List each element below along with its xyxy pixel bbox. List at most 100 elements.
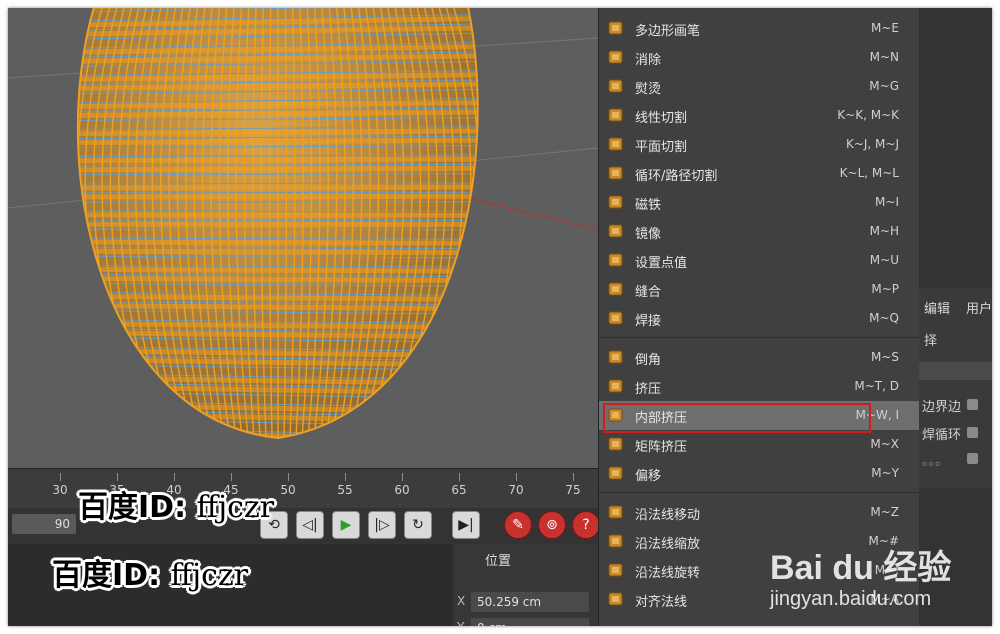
timeline-tick-label: 55 — [337, 483, 353, 497]
polygon-pen-icon — [605, 17, 627, 39]
step-forward-icon[interactable]: |▷ — [368, 511, 396, 539]
menu-item-shortcut: M~Y — [871, 466, 899, 480]
menu-item-shortcut: M~Q — [869, 311, 899, 325]
menu-item-shortcut: K~J, M~J — [845, 137, 899, 151]
menu-item-6[interactable]: 磁铁 M~I — [599, 188, 919, 217]
align-normal-icon — [605, 588, 627, 610]
play-icon[interactable]: ▶ — [332, 511, 360, 539]
menu-item-1[interactable]: 消除 M~N — [599, 43, 919, 72]
normal-rotate-icon — [605, 559, 627, 581]
mirror-icon — [605, 220, 627, 242]
menu-item-4[interactable]: 平面切割 K~J, M~J — [599, 130, 919, 159]
menu-item-14[interactable]: 矩阵挤压 M~X — [599, 430, 919, 459]
highlight-box — [603, 403, 871, 433]
auto-key-icon[interactable]: ⊚ — [538, 511, 566, 539]
menu-item-9[interactable]: 缝合 M~P — [599, 275, 919, 304]
go-end-icon[interactable]: ▶| — [452, 511, 480, 539]
record-key-icon[interactable]: ✎ — [504, 511, 532, 539]
menu-item-16[interactable]: 沿法线移动 M~Z — [599, 498, 919, 527]
baidu-site: jingyan.baidu.com — [770, 588, 932, 610]
timeline-tick-label: 70 — [508, 483, 524, 497]
timeline-tickline — [459, 473, 460, 481]
attr-loop-label: 焊循环 — [922, 428, 962, 443]
coordinates-panel: 位置 X 50.259 cm Y 0 cm — [453, 544, 598, 626]
menu-item-3[interactable]: 线性切割 K~K, M~K — [599, 101, 919, 130]
mesh-context-menu: 多边形画笔 M~E 消除 M~N 熨烫 M~G 线性切割 K~K, M~K 平面切割 K~J, M… — [598, 8, 919, 626]
knife-icon — [605, 104, 627, 126]
attr-dots-label: 。。。 — [922, 454, 949, 469]
timeline-tickline — [573, 473, 574, 481]
menu-item-shortcut: M~E — [871, 21, 899, 35]
menu-item-8[interactable]: 设置点值 M~U — [599, 246, 919, 275]
menu-item-label: 沿法线旋转 — [635, 566, 701, 581]
y-position-field[interactable]: 0 cm — [471, 618, 589, 626]
tab-edit[interactable]: 编辑 — [924, 298, 950, 317]
timeline-tickline — [345, 473, 346, 481]
menu-item-shortcut: K~L, M~L — [839, 166, 899, 180]
timeline-tickline — [117, 473, 118, 481]
position-title: 位置 — [485, 554, 512, 569]
step-back-icon[interactable]: ◁| — [296, 511, 324, 539]
menu-item-shortcut: M~G — [869, 79, 899, 93]
tab-user[interactable]: 用户 — [966, 298, 992, 317]
menu-item-label: 倒角 — [635, 353, 662, 368]
menu-item-label: 多边形画笔 — [635, 24, 701, 39]
magnet-icon — [605, 191, 627, 213]
menu-item-shortcut: M~N — [869, 50, 899, 64]
dissolve-icon — [605, 46, 627, 68]
app-window: 编辑 用户 择 边界边 焊循环 。。。 30 35 40 45 50 55 60 65 70 75… — [8, 8, 992, 626]
iron-icon — [605, 75, 627, 97]
menu-item-label: 矩阵挤压 — [635, 440, 688, 455]
mesh-sphere[interactable] — [8, 8, 598, 468]
loop-icon[interactable]: ↻ — [404, 511, 432, 539]
menu-item-label: 沿法线移动 — [635, 508, 701, 523]
normal-move-icon — [605, 501, 627, 523]
attribute-panel: 编辑 用户 择 边界边 焊循环 。。。 — [918, 288, 992, 488]
menu-item-shortcut: M~T, D — [854, 379, 899, 393]
menu-item-label: 熨烫 — [635, 82, 662, 97]
menu-item-label: 设置点值 — [635, 256, 688, 271]
menu-item-2[interactable]: 熨烫 M~G — [599, 72, 919, 101]
menu-item-label: 挤压 — [635, 382, 662, 397]
menu-item-shortcut: M~Z — [870, 505, 899, 519]
menu-item-label: 沿法线缩放 — [635, 537, 701, 552]
menu-item-11[interactable]: 倒角 M~S — [599, 343, 919, 372]
menu-item-shortcut: M~H — [869, 224, 899, 238]
menu-item-15[interactable]: 偏移 M~Y — [599, 459, 919, 488]
offset-icon — [605, 462, 627, 484]
menu-item-12[interactable]: 挤压 M~T, D — [599, 372, 919, 401]
frame-field[interactable]: 90 — [12, 514, 76, 534]
timeline-tick-label: 75 — [565, 483, 581, 497]
timeline-tick-label: 65 — [451, 483, 467, 497]
menu-item-label: 镜像 — [635, 227, 662, 242]
loop-checkbox[interactable] — [967, 427, 978, 438]
menu-item-label: 焊接 — [635, 314, 662, 329]
menu-item-label: 对齐法线 — [635, 595, 688, 610]
menu-separator — [599, 337, 919, 338]
help-icon[interactable]: ? — [572, 511, 600, 539]
watermark-line1: 百度ID: ffjczr — [78, 490, 275, 525]
timeline-tickline — [288, 473, 289, 481]
menu-item-label: 线性切割 — [635, 111, 688, 126]
menu-item-shortcut: M~P — [871, 282, 899, 296]
menu-item-5[interactable]: 循环/路径切割 K~L, M~L — [599, 159, 919, 188]
boundary-checkbox[interactable] — [967, 399, 978, 410]
menu-item-label: 消除 — [635, 53, 662, 68]
timeline-tick-label: 30 — [52, 483, 68, 497]
menu-item-label: 平面切割 — [635, 140, 688, 155]
watermark-line2: 百度ID: ffjczr — [52, 558, 249, 593]
x-position-field[interactable]: 50.259 cm — [471, 592, 589, 612]
y-axis-label: Y — [457, 620, 464, 626]
timeline-tickline — [174, 473, 175, 481]
timeline-tickline — [516, 473, 517, 481]
normal-scale-icon — [605, 530, 627, 552]
baidu-logo: Bai du 经验 — [770, 549, 952, 587]
dots-checkbox[interactable] — [967, 453, 978, 464]
timeline-tick-label: 50 — [280, 483, 296, 497]
3d-viewport[interactable] — [8, 8, 598, 468]
menu-item-7[interactable]: 镜像 M~H — [599, 217, 919, 246]
menu-item-10[interactable]: 焊接 M~Q — [599, 304, 919, 333]
menu-item-0[interactable]: 多边形画笔 M~E — [599, 14, 919, 43]
matrix-extrude-icon — [605, 433, 627, 455]
timeline-tickline — [231, 473, 232, 481]
